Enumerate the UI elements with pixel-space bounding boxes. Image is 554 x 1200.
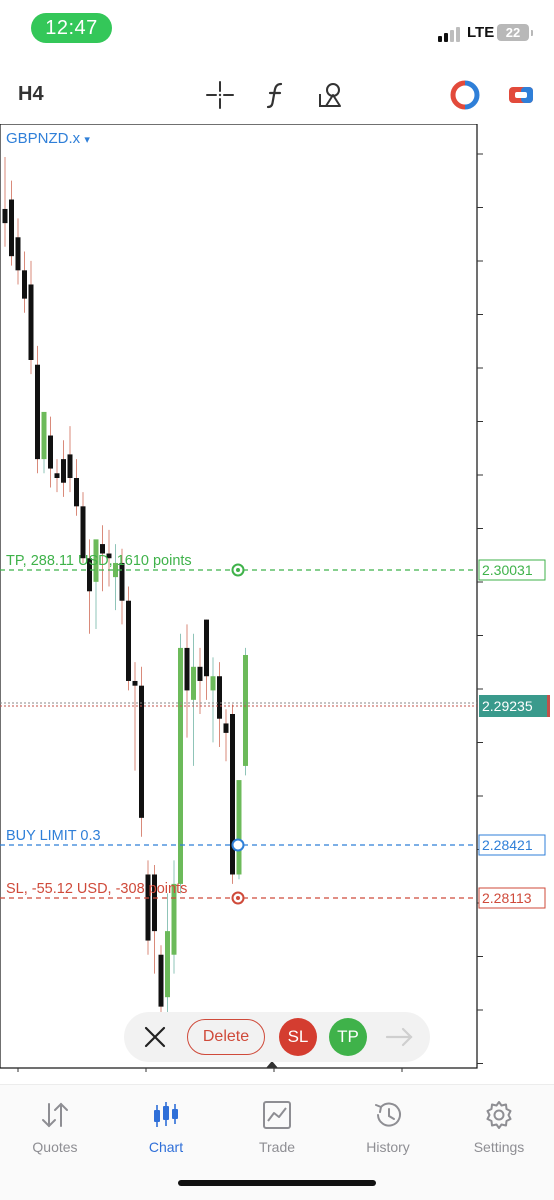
candle-body [35, 364, 40, 460]
candle-body [223, 723, 229, 733]
candle-body [54, 473, 60, 478]
candle-body [178, 647, 183, 884]
tp-label: TP, 288.11 USD, 1610 points [6, 553, 192, 569]
candle [236, 780, 242, 880]
candle-body [243, 655, 248, 766]
candle [35, 345, 40, 474]
candle-body [210, 676, 216, 691]
tab-chart-label: Chart [148, 1139, 184, 1155]
sl-label: SL, -55.12 USD, -308 points [6, 881, 187, 897]
candle-body [67, 454, 73, 478]
candle-body [28, 284, 34, 360]
tab-settings-label: Settings [473, 1139, 525, 1155]
tab-trade-label: Trade [258, 1139, 296, 1155]
chart-frame [0, 124, 478, 1069]
candle-body [191, 666, 196, 700]
candle-body [61, 459, 66, 483]
buy-limit-label: BUY LIMIT 0.3 [6, 828, 101, 844]
take-profit-button[interactable]: TP [329, 1018, 367, 1056]
candle-body [158, 954, 164, 1007]
order-action-bar: Delete SL TP [124, 1012, 430, 1062]
candle-body [48, 435, 53, 469]
candle-body [2, 208, 8, 224]
price-chart[interactable]: GBPNZD.x ▾ 2.29235 TP, 288.11 USD, 1610 … [0, 124, 554, 1072]
status-time: 12:47 [31, 13, 112, 43]
price-scale [477, 153, 483, 1064]
candle [243, 647, 248, 776]
function-icon[interactable] [260, 79, 292, 111]
buy-limit-price: 2.28421 [482, 837, 533, 853]
tab-chart[interactable]: Chart [111, 1099, 221, 1159]
candle [230, 704, 235, 884]
candle-body [236, 780, 242, 875]
tp-price: 2.30031 [482, 562, 533, 578]
candle-body [165, 931, 170, 998]
one-click-trading-icon[interactable] [449, 79, 481, 111]
candle-body [230, 714, 235, 875]
candle-body [80, 506, 86, 559]
battery-level: 22 [505, 25, 521, 40]
candle-body [217, 676, 222, 719]
tab-history[interactable]: History [333, 1099, 443, 1159]
stop-loss-button[interactable]: SL [279, 1018, 317, 1056]
tab-history-label: History [366, 1139, 410, 1155]
candle-body [9, 199, 14, 257]
candle [139, 666, 144, 837]
candle-body [204, 619, 209, 677]
candle-body [184, 647, 190, 691]
switch-icon[interactable] [505, 79, 537, 111]
candle [178, 633, 183, 894]
symbol-label[interactable]: GBPNZD.x ▾ [6, 130, 90, 147]
candle [126, 586, 131, 691]
buy-limit-drag-handle[interactable] [231, 838, 245, 852]
candle-body [132, 680, 138, 686]
candle-body [197, 666, 203, 681]
candle [145, 860, 151, 955]
tab-quotes-label: Quotes [32, 1139, 78, 1155]
chart-icon [149, 1099, 183, 1131]
network-type: LTE [467, 24, 495, 41]
mobile-trading-app: 12:47 LTE 22 H4 GBPNZD.x ▾ 2.29235 TP, 2… [0, 0, 554, 1200]
close-icon[interactable] [140, 1022, 170, 1052]
candle-body [22, 270, 27, 299]
settings-icon [482, 1099, 516, 1131]
status-bar: 12:47 LTE 22 [0, 0, 554, 62]
tab-quotes[interactable]: Quotes [0, 1099, 110, 1159]
history-icon [371, 1099, 405, 1131]
quotes-icon [38, 1099, 72, 1131]
candle-body [41, 411, 47, 460]
tab-trade[interactable]: Trade [222, 1099, 332, 1159]
candle-body [74, 478, 79, 507]
timeframe-selector[interactable]: H4 [18, 83, 44, 106]
trade-icon [260, 1099, 294, 1131]
home-indicator [178, 1180, 376, 1186]
arrow-right-icon[interactable] [384, 1022, 414, 1052]
sl-price: 2.28113 [482, 890, 532, 906]
delete-order-button[interactable]: Delete [187, 1019, 265, 1055]
objects-icon[interactable] [316, 79, 348, 111]
crosshair-icon[interactable] [204, 79, 236, 111]
candle-body [15, 237, 21, 271]
battery-icon: 22 [497, 24, 533, 41]
chart-toolbar: H4 [0, 64, 554, 122]
candle-body [126, 600, 131, 681]
current-price-value: 2.29235 [482, 698, 533, 714]
signal-strength-icon [438, 24, 462, 42]
tab-settings[interactable]: Settings [444, 1099, 554, 1159]
